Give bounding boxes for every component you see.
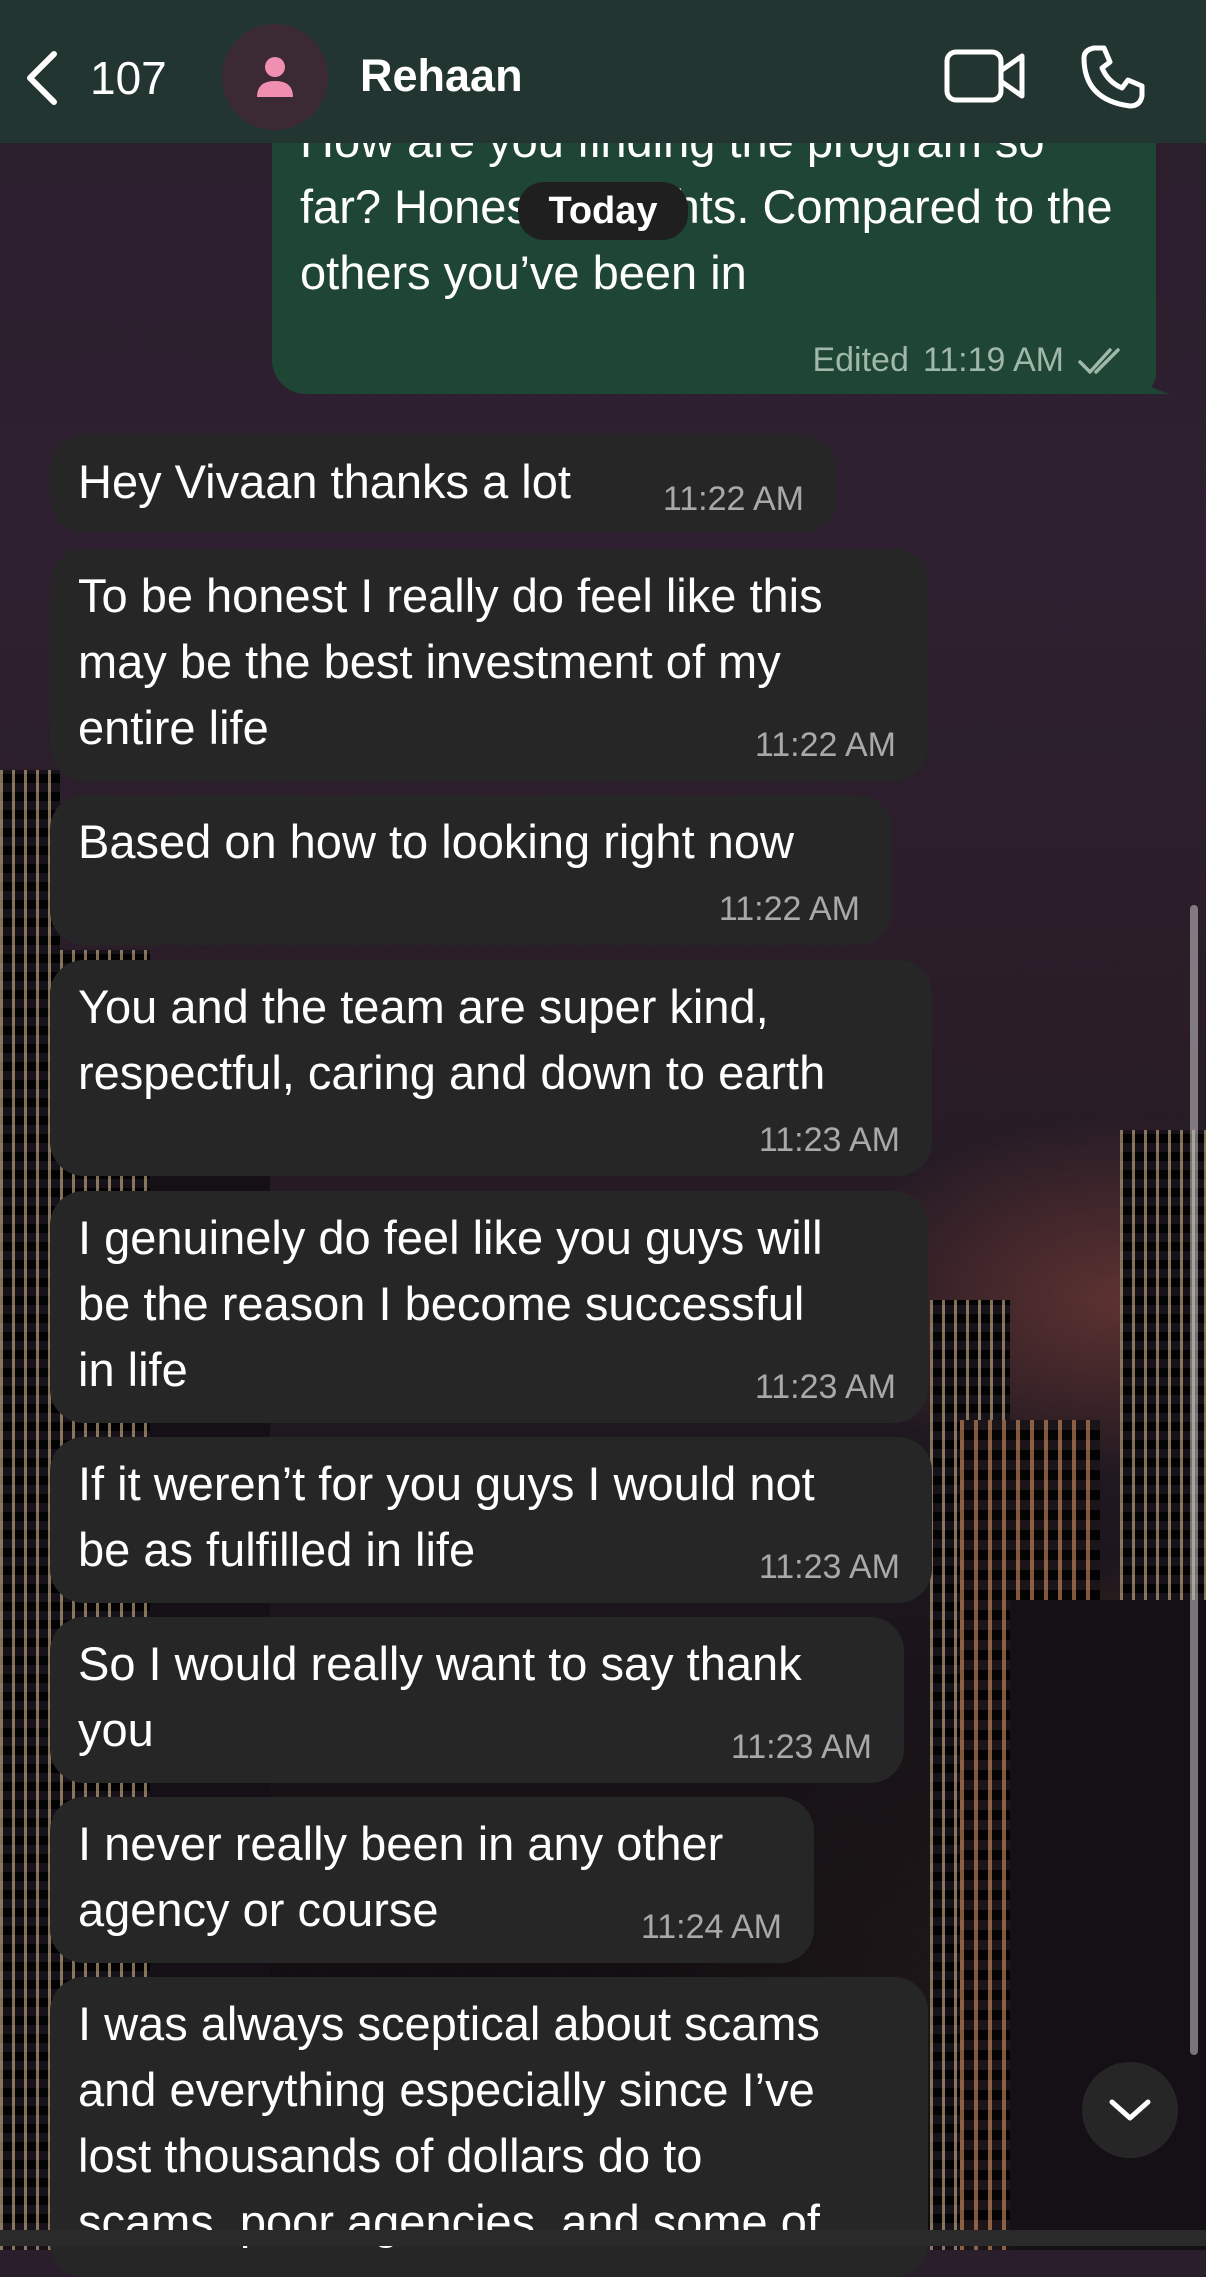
unread-count: 107 — [90, 52, 167, 104]
message-text: Based on how to looking right now — [78, 815, 794, 868]
chevron-left-icon — [27, 51, 57, 105]
incoming-message[interactable]: Based on how to looking right now 11:22 … — [50, 795, 892, 945]
voice-call-button[interactable] — [1080, 44, 1146, 115]
edited-label: Edited — [812, 341, 909, 379]
incoming-message[interactable]: To be honest I really do feel like this … — [50, 549, 928, 781]
chat-header: 107 Rehaan — [0, 0, 1206, 143]
bubble-tail — [1130, 364, 1170, 394]
scroll-to-bottom-button[interactable] — [1082, 2062, 1178, 2158]
message-time: 11:23 AM — [758, 1121, 900, 1159]
message-time: 11:23 AM — [758, 1548, 900, 1586]
incoming-message[interactable]: So I would really want to say thank you … — [50, 1617, 904, 1783]
message-time: 11:23 AM — [754, 1368, 896, 1406]
contact-name[interactable]: Rehaan — [360, 50, 523, 102]
video-camera-icon — [944, 49, 1025, 103]
outgoing-message[interactable]: How are you finding the program so far? … — [272, 110, 1170, 394]
message-time: 11:22 AM — [754, 726, 896, 764]
avatar[interactable] — [222, 24, 328, 130]
message-text: I was always sceptical about scams and e… — [78, 1997, 820, 2248]
message-time: 11:22 AM — [718, 890, 860, 928]
incoming-message[interactable]: I genuinely do feel like you guys will b… — [50, 1191, 928, 1423]
composer-edge — [0, 2230, 1206, 2246]
message-time: 11:19 AM — [922, 341, 1064, 379]
phone-icon — [1081, 45, 1145, 109]
date-separator: Today — [518, 182, 688, 240]
incoming-message[interactable]: If it weren’t for you guys I would not b… — [50, 1437, 932, 1603]
message-time: 11:24 AM — [640, 1908, 782, 1946]
double-check-icon — [1078, 347, 1120, 374]
incoming-message[interactable]: Hey Vivaan thanks a lot 11:22 AM — [50, 435, 836, 533]
scrollbar[interactable] — [1190, 905, 1198, 2055]
incoming-message[interactable]: You and the team are super kind, respect… — [50, 960, 932, 1176]
message-time: 11:23 AM — [730, 1728, 872, 1766]
person-icon — [257, 57, 293, 97]
message-time: 11:22 AM — [662, 480, 804, 518]
chevron-down-icon — [1109, 2099, 1151, 2121]
message-meta: Edited 11:19 AM — [812, 341, 1126, 380]
video-call-button[interactable] — [944, 48, 1026, 109]
incoming-message[interactable]: I never really been in any other agency … — [50, 1797, 814, 1963]
message-text: You and the team are super kind, respect… — [78, 980, 826, 1099]
back-button[interactable]: 107 — [22, 46, 172, 110]
